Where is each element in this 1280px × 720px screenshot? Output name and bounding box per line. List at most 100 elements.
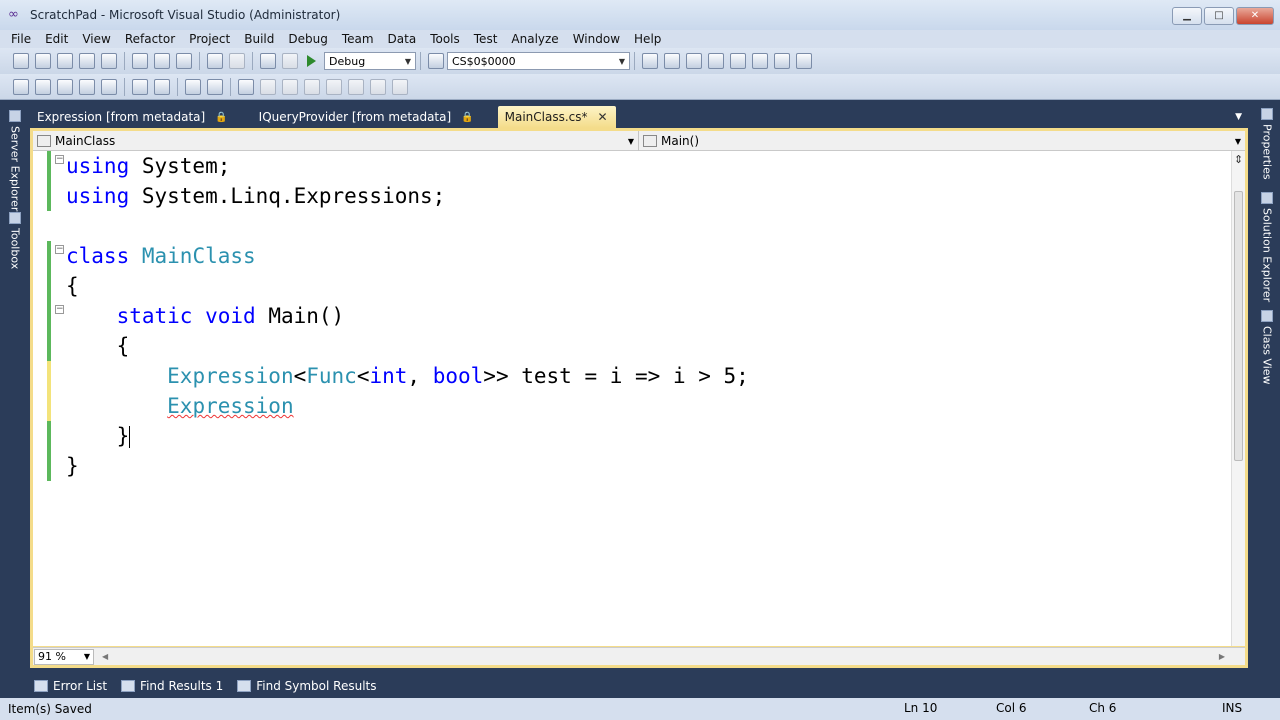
display-object-member-list-icon[interactable] [13, 78, 29, 95]
class-view-tab[interactable]: Class View [1258, 310, 1276, 385]
start-page-icon[interactable] [730, 53, 746, 69]
properties-label: Properties [1260, 124, 1274, 180]
open-file-icon[interactable] [57, 53, 73, 69]
members-combo-label: Main() [643, 134, 699, 148]
add-item-icon[interactable] [35, 53, 51, 69]
code-token: class [66, 244, 130, 268]
undo-icon[interactable] [207, 53, 223, 69]
more-options-icon[interactable] [796, 53, 812, 69]
next-bookmark-in-document-icon[interactable] [370, 78, 386, 95]
maximize-button[interactable]: □ [1204, 7, 1234, 25]
splitter-icon[interactable]: ⇕ [1234, 153, 1243, 166]
command-window-icon[interactable] [774, 53, 790, 69]
navigate-backward-icon[interactable] [260, 53, 276, 69]
code-token: Main() [255, 304, 345, 328]
toolbox-tab[interactable]: Toolbox [6, 212, 24, 269]
menu-edit[interactable]: Edit [38, 32, 75, 46]
solution-explorer-tab[interactable]: Solution Explorer [1258, 192, 1276, 302]
menu-help[interactable]: Help [627, 32, 668, 46]
save-all-icon[interactable] [101, 53, 117, 69]
toolbar-separator [252, 52, 253, 70]
comment-out-icon[interactable] [185, 78, 201, 95]
next-bookmark-in-folder-icon[interactable] [326, 78, 342, 95]
menu-build[interactable]: Build [237, 32, 281, 46]
menu-project[interactable]: Project [182, 32, 237, 46]
extension-manager-icon[interactable] [752, 53, 768, 69]
word-completion-icon[interactable] [79, 78, 95, 95]
tab-mainclass-cs[interactable]: MainClass.cs* ✕ [497, 106, 616, 128]
visual-studio-icon: ∞ [8, 7, 19, 22]
previous-bookmark-in-document-icon[interactable] [348, 78, 364, 95]
toggle-bookmark-icon[interactable] [238, 78, 254, 95]
collapse-icon[interactable]: − [55, 245, 64, 254]
menu-debug[interactable]: Debug [281, 32, 334, 46]
scroll-left-icon[interactable]: ◀ [102, 652, 108, 661]
code-editor[interactable]: − − − using System; using System.Linq.Ex… [33, 151, 1231, 646]
members-combo[interactable]: Main() ▼ [639, 131, 1245, 151]
menu-test[interactable]: Test [467, 32, 505, 46]
save-icon[interactable] [79, 53, 95, 69]
tab-iqueryprovider-metadata[interactable]: IQueryProvider [from metadata] 🔒 [252, 106, 482, 128]
solution-explorer-icon[interactable] [642, 53, 658, 69]
properties-window-icon[interactable] [664, 53, 680, 69]
decrease-indent-icon[interactable] [132, 78, 148, 95]
menu-analyze[interactable]: Analyze [504, 32, 565, 46]
minimize-button[interactable]: ▁ [1172, 7, 1202, 25]
clear-bookmarks-icon[interactable] [392, 78, 408, 95]
find-combo[interactable]: CS$0$0000 ▼ [447, 52, 630, 70]
code-token: void [205, 304, 256, 328]
paste-icon[interactable] [176, 53, 192, 69]
scroll-right-icon[interactable]: ▶ [1219, 652, 1225, 661]
types-combo-label: MainClass [37, 134, 115, 148]
menu-window[interactable]: Window [566, 32, 627, 46]
properties-tab[interactable]: Properties [1258, 108, 1276, 180]
copy-icon[interactable] [154, 53, 170, 69]
collapse-icon[interactable]: − [55, 305, 64, 314]
zoom-value: 91 % [38, 650, 66, 663]
close-button[interactable]: ✕ [1236, 7, 1274, 25]
uncomment-icon[interactable] [207, 78, 223, 95]
redo-icon[interactable] [229, 53, 245, 69]
types-combo[interactable]: MainClass ▼ [33, 131, 639, 151]
menu-tools[interactable]: Tools [423, 32, 467, 46]
menu-refactor[interactable]: Refactor [118, 32, 182, 46]
server-explorer-tab[interactable]: Server Explorer [6, 110, 24, 211]
zoom-combo[interactable]: 91 % ▼ [34, 648, 94, 665]
cut-icon[interactable] [132, 53, 148, 69]
previous-bookmark-in-folder-icon[interactable] [304, 78, 320, 95]
menu-data[interactable]: Data [381, 32, 424, 46]
menu-file[interactable]: File [4, 32, 38, 46]
tabs-dropdown-icon[interactable]: ▼ [1235, 112, 1242, 122]
chevron-down-icon: ▼ [627, 136, 634, 146]
error-list-icon [34, 680, 48, 692]
navigate-forward-icon[interactable] [282, 53, 298, 69]
close-icon[interactable]: ✕ [598, 110, 608, 124]
next-bookmark-icon[interactable] [282, 78, 298, 95]
toolbox-icon[interactable] [708, 53, 724, 69]
quick-info-icon[interactable] [57, 78, 73, 95]
toolbar-separator [177, 77, 178, 96]
tab-error-list[interactable]: Error List [30, 679, 107, 693]
horizontal-scrollbar[interactable]: 91 % ▼ ◀ ▶ [33, 647, 1245, 665]
new-project-icon[interactable] [13, 53, 29, 69]
outdent-icon[interactable] [101, 78, 117, 95]
code-token: using [66, 154, 130, 178]
find-in-files-icon[interactable] [428, 53, 444, 69]
navigation-bar: MainClass ▼ Main() ▼ [33, 131, 1245, 151]
vertical-scrollbar[interactable]: ⇕ [1231, 151, 1245, 646]
scroll-thumb[interactable] [1234, 191, 1243, 461]
tab-find-results-1[interactable]: Find Results 1 [117, 679, 223, 693]
object-browser-icon[interactable] [686, 53, 702, 69]
menu-team[interactable]: Team [335, 32, 381, 46]
tab-find-symbol-results[interactable]: Find Symbol Results [233, 679, 376, 693]
menu-view[interactable]: View [75, 32, 117, 46]
start-debugging-icon[interactable] [307, 55, 316, 67]
tab-expression-metadata[interactable]: Expression [from metadata] 🔒 [30, 106, 236, 128]
previous-bookmark-icon[interactable] [260, 78, 276, 95]
insert-mode: INS [1222, 701, 1243, 715]
solution-configuration-combo[interactable]: Debug ▼ [324, 52, 416, 70]
increase-indent-icon[interactable] [154, 78, 170, 95]
change-tracking-bar [47, 151, 51, 211]
collapse-icon[interactable]: − [55, 155, 64, 164]
parameter-info-icon[interactable] [35, 78, 51, 95]
